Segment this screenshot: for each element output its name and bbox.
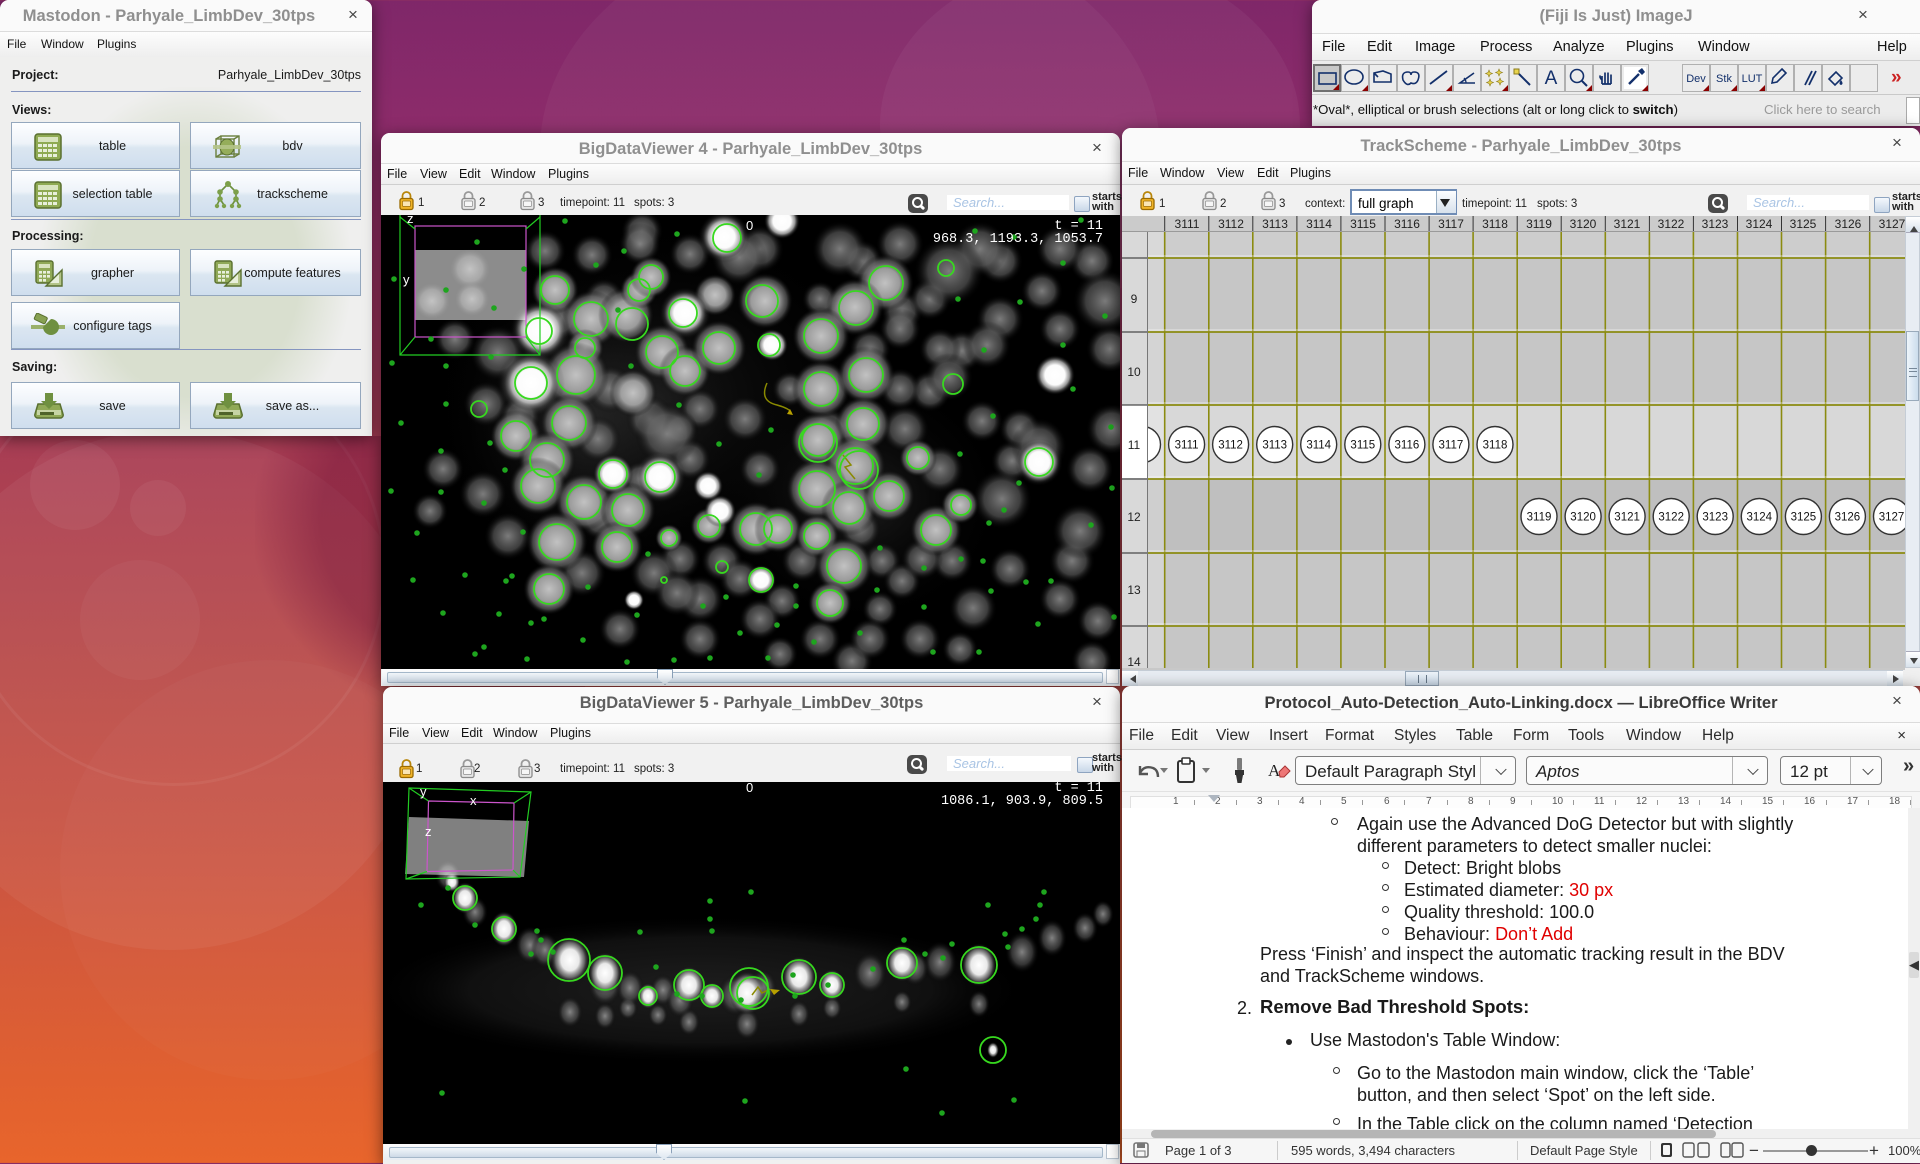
svg-text:0: 0: [746, 782, 753, 795]
svg-text:3126: 3126: [1835, 217, 1862, 231]
svg-text:968.3, 1193.3, 1053.7: 968.3, 1193.3, 1053.7: [933, 232, 1103, 247]
svg-text:3115: 3115: [1350, 440, 1375, 452]
svg-text:3120: 3120: [1570, 512, 1596, 524]
svg-text:3117: 3117: [1438, 217, 1464, 231]
svg-text:9: 9: [1131, 292, 1138, 306]
svg-text:3122: 3122: [1658, 217, 1685, 231]
svg-text:3122: 3122: [1658, 512, 1684, 524]
svg-text:3124: 3124: [1746, 217, 1773, 231]
svg-text:3123: 3123: [1702, 512, 1728, 524]
svg-text:3118: 3118: [1483, 440, 1508, 452]
svg-text:y: y: [403, 272, 410, 287]
svg-text:3112: 3112: [1218, 440, 1243, 452]
svg-text:3116: 3116: [1394, 217, 1420, 231]
svg-text:y: y: [420, 784, 427, 799]
svg-text:3126: 3126: [1835, 512, 1861, 524]
svg-text:3125: 3125: [1790, 217, 1817, 231]
svg-text:3116: 3116: [1395, 440, 1420, 452]
svg-text:3127: 3127: [1879, 512, 1905, 524]
svg-text:3121: 3121: [1614, 512, 1640, 524]
svg-text:3113: 3113: [1262, 440, 1287, 452]
svg-text:3111: 3111: [1175, 217, 1200, 231]
svg-text:3127: 3127: [1879, 217, 1905, 231]
svg-text:A: A: [1268, 761, 1281, 780]
svg-text:3120: 3120: [1570, 217, 1597, 231]
svg-text:3123: 3123: [1702, 217, 1729, 231]
svg-text:1086.1, 903.9, 809.5: 1086.1, 903.9, 809.5: [941, 794, 1103, 809]
svg-text:3114: 3114: [1306, 217, 1332, 231]
svg-text:3119: 3119: [1527, 512, 1552, 524]
svg-text:3111: 3111: [1175, 440, 1199, 452]
svg-text:10: 10: [1127, 365, 1141, 379]
svg-text:3114: 3114: [1306, 440, 1331, 452]
svg-text:11: 11: [1128, 438, 1141, 452]
svg-text:3118: 3118: [1482, 217, 1508, 231]
svg-text:z: z: [407, 215, 414, 226]
svg-text:3119: 3119: [1526, 217, 1552, 231]
svg-text:3115: 3115: [1350, 217, 1376, 231]
svg-text:3113: 3113: [1262, 217, 1288, 231]
svg-text:3121: 3121: [1614, 217, 1641, 231]
svg-text:z: z: [425, 824, 432, 839]
svg-text:3117: 3117: [1439, 440, 1464, 452]
svg-text:x: x: [470, 793, 477, 808]
svg-text:12: 12: [1127, 510, 1141, 524]
svg-text:0: 0: [746, 218, 753, 233]
svg-text:LUT: LUT: [1742, 73, 1763, 85]
svg-text:Dev: Dev: [1686, 73, 1706, 85]
svg-text:13: 13: [1127, 583, 1141, 597]
svg-text:3124: 3124: [1747, 512, 1773, 524]
svg-text:14: 14: [1127, 655, 1141, 669]
svg-text:A: A: [1545, 68, 1558, 89]
svg-text:Stk: Stk: [1716, 73, 1732, 85]
svg-text:3125: 3125: [1791, 512, 1817, 524]
svg-text:3112: 3112: [1218, 217, 1244, 231]
